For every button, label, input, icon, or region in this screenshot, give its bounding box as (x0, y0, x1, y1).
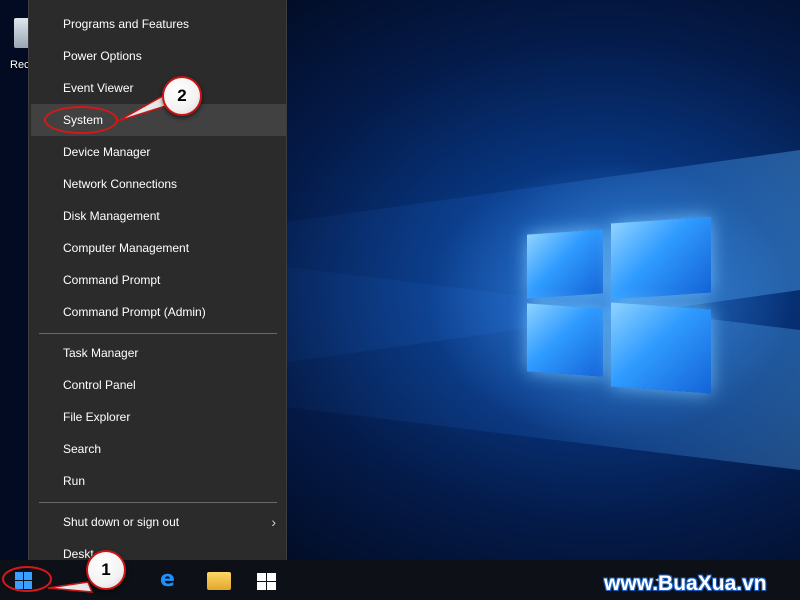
menu-item-control-panel[interactable]: Control Panel (31, 369, 286, 401)
chevron-right-icon: › (271, 514, 276, 530)
menu-item-command-prompt[interactable]: Command Prompt (31, 264, 286, 296)
menu-item-label: Network Connections (63, 177, 178, 191)
menu-item-label: Command Prompt (63, 273, 161, 287)
highlight-ring-system (44, 106, 118, 134)
menu-item-label: Control Panel (63, 378, 136, 392)
menu-item-programs-and-features[interactable]: Programs and Features (31, 8, 286, 40)
menu-separator (39, 502, 277, 503)
step-callout-1: 1 (86, 550, 126, 590)
edge-icon[interactable]: e (160, 569, 180, 591)
menu-item-label: Search (63, 442, 102, 456)
menu-item-label: Run (63, 474, 86, 488)
menu-item-label: File Explorer (63, 410, 131, 424)
store-icon[interactable] (255, 569, 277, 591)
menu-item-label: Device Manager (63, 145, 151, 159)
menu-item-label: Programs and Features (63, 17, 190, 31)
menu-item-label: Computer Management (63, 241, 190, 255)
menu-item-file-explorer[interactable]: File Explorer (31, 401, 286, 433)
menu-item-computer-management[interactable]: Computer Management (31, 232, 286, 264)
menu-item-label: Power Options (63, 49, 142, 63)
menu-item-event-viewer[interactable]: Event Viewer (31, 72, 286, 104)
file-explorer-icon[interactable] (207, 572, 231, 590)
menu-item-label: Shut down or sign out (63, 515, 180, 529)
power-user-menu: Programs and Features Power Options Even… (28, 0, 287, 580)
menu-item-disk-management[interactable]: Disk Management (31, 200, 286, 232)
menu-item-device-manager[interactable]: Device Manager (31, 136, 286, 168)
menu-item-shut-down-or-sign-out[interactable]: Shut down or sign out › (31, 506, 286, 538)
menu-item-run[interactable]: Run (31, 465, 286, 497)
menu-item-label: Task Manager (63, 346, 139, 360)
menu-separator (39, 333, 277, 334)
menu-item-command-prompt-admin[interactable]: Command Prompt (Admin) (31, 296, 286, 328)
menu-item-network-connections[interactable]: Network Connections (31, 168, 286, 200)
menu-item-search[interactable]: Search (31, 433, 286, 465)
windows-logo-wallpaper (525, 210, 715, 400)
menu-item-label: Event Viewer (63, 81, 134, 95)
menu-item-label: Command Prompt (Admin) (63, 305, 206, 319)
step-callout-2: 2 (162, 76, 202, 116)
recycle-bin-label: Rec (10, 59, 30, 71)
highlight-ring-start (2, 566, 52, 592)
watermark-text: www.BuaXua.vn (604, 572, 767, 595)
menu-item-label: Disk Management (63, 209, 160, 223)
menu-item-power-options[interactable]: Power Options (31, 40, 286, 72)
menu-item-task-manager[interactable]: Task Manager (31, 337, 286, 369)
